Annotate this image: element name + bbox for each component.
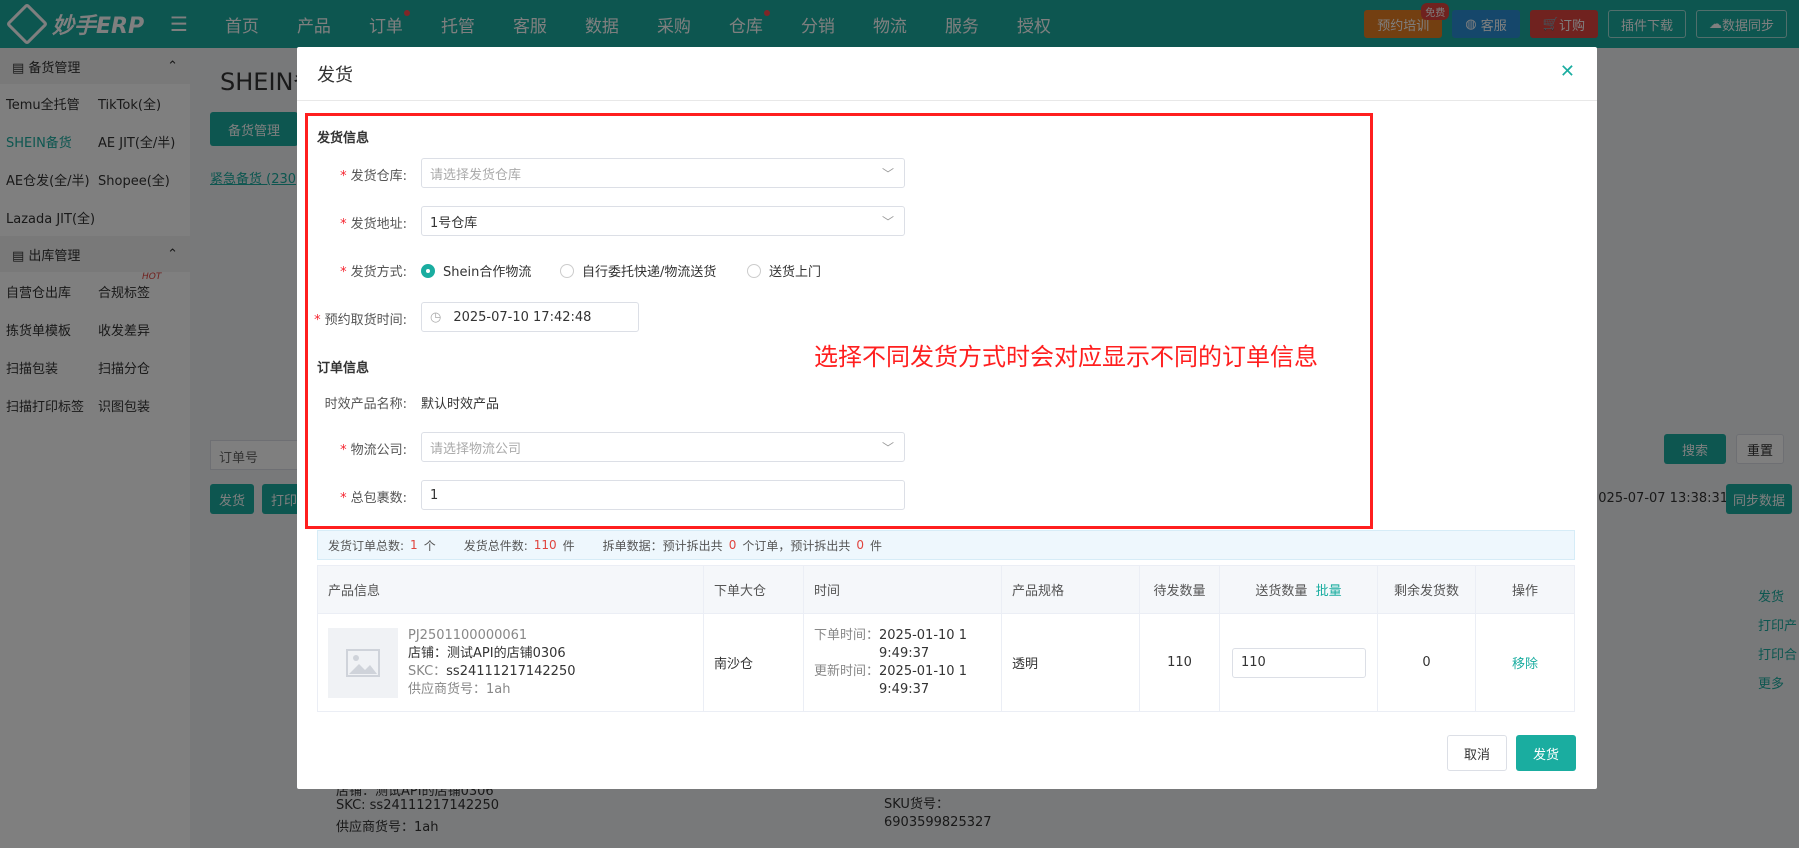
order-time-label: 下单时间： xyxy=(814,627,880,643)
col-remaining: 剩余发货数 xyxy=(1377,565,1476,614)
warehouse-label: * 发货仓库: xyxy=(340,169,407,184)
annotation-note: 选择不同发货方式时会对应显示不同的订单信息 xyxy=(814,343,1318,371)
logistics-label-text: 物流公司: xyxy=(350,443,407,458)
logistics-label: * 物流公司: xyxy=(340,443,407,458)
dialog-title: 发货 xyxy=(297,47,1597,101)
total-items-label: 发货总件数: xyxy=(463,538,528,553)
product-shop: 店铺：测试API的店铺0306 xyxy=(408,645,566,661)
warehouse-label-text: 发货仓库: xyxy=(350,169,407,184)
total-items-value: 110 xyxy=(533,538,557,552)
cancel-button[interactable]: 取消 xyxy=(1447,735,1507,771)
split-items-value: 0 xyxy=(856,538,864,552)
split-orders-value: 0 xyxy=(728,538,737,552)
radio-label: 自行委托快递/物流送货 xyxy=(582,265,717,280)
address-label: * 发货地址: xyxy=(340,217,407,232)
update-time-label: 更新时间： xyxy=(814,663,880,679)
product-name-value: 默认时效产品 xyxy=(421,397,500,412)
update-time-value: 2025-01-10 19:49:37 xyxy=(879,663,967,697)
packages-input[interactable]: 1 xyxy=(421,480,905,510)
col-action: 操作 xyxy=(1475,565,1575,614)
close-icon[interactable]: ✕ xyxy=(1560,61,1575,82)
chevron-down-icon: ﹀ xyxy=(881,441,894,455)
supplier-code: 供应商货号：1ah xyxy=(408,681,511,697)
cell-spec: 透明 xyxy=(1001,613,1140,712)
radio-checked-icon xyxy=(421,263,435,278)
split-label: 拆单数据：预计拆出共 xyxy=(602,538,723,553)
logistics-placeholder: 请选择物流公司 xyxy=(430,441,522,457)
total-items-unit: 件 xyxy=(562,538,575,553)
packages-label-text: 总包裹数: xyxy=(350,491,407,506)
batch-link[interactable]: 批量 xyxy=(1316,584,1342,599)
address-label-text: 发货地址: xyxy=(350,217,407,232)
cell-pending: 110 xyxy=(1139,613,1220,712)
col-pending: 待发数量 xyxy=(1139,565,1220,614)
cell-product-info: PJ2501100000061 店铺：测试API的店铺0306 SKC：ss24… xyxy=(317,613,704,712)
ship-dialog: 发货 ✕ 发货信息 * 发货仓库: 请选择发货仓库 ﹀ * 发货地址: 1号仓库 ﹀ *… xyxy=(297,47,1597,789)
cell-ship-qty: 110 xyxy=(1219,613,1378,712)
total-orders-value: 1 xyxy=(410,538,418,552)
clock-icon: ◷ xyxy=(430,309,442,325)
col-warehouse: 下单大仓 xyxy=(703,565,804,614)
warehouse-select[interactable]: 请选择发货仓库 ﹀ xyxy=(421,158,905,188)
product-name-label: 时效产品名称: xyxy=(324,397,407,412)
radio-self-delivery[interactable]: 自行委托快递/物流送货 xyxy=(560,261,716,280)
radio-unchecked-icon xyxy=(747,263,761,278)
cell-action: 移除 xyxy=(1475,613,1575,712)
chevron-down-icon: ﹀ xyxy=(881,215,894,229)
col-spec: 产品规格 xyxy=(1001,565,1140,614)
ship-qty-header: 送货数量 xyxy=(1255,584,1308,599)
radio-unchecked-icon xyxy=(560,263,574,278)
table-header-row: 产品信息 下单大仓 时间 产品规格 待发数量 送货数量 批量 剩余发货数 操作 xyxy=(317,565,1575,614)
radio-shein-logistics[interactable]: Shein合作物流 xyxy=(421,261,531,280)
method-label: * 发货方式: xyxy=(340,265,407,280)
ship-button[interactable]: 发货 xyxy=(1516,735,1576,771)
product-code: PJ2501100000061 xyxy=(408,627,528,643)
ship-qty-input[interactable]: 110 xyxy=(1232,647,1366,678)
col-ship-qty: 送货数量 批量 xyxy=(1219,565,1378,614)
split-mid-text: 个订单，预计拆出共 xyxy=(742,538,851,553)
pickup-time-value: 2025-07-10 17:42:48 xyxy=(453,309,592,325)
chevron-down-icon: ﹀ xyxy=(881,167,894,181)
image-placeholder-icon xyxy=(328,627,398,698)
pickup-time-label: * 预约取货时间: xyxy=(314,313,407,328)
address-value: 1号仓库 xyxy=(430,215,478,231)
total-orders-unit: 个 xyxy=(423,538,436,553)
cell-warehouse: 南沙仓 xyxy=(703,613,804,712)
packages-label: * 总包裹数: xyxy=(340,491,407,506)
cell-time: 下单时间： 2025-01-10 19:49:37 更新时间： 2025-01-10… xyxy=(803,613,1002,712)
cell-remaining: 0 xyxy=(1377,613,1476,712)
radio-door-delivery[interactable]: 送货上门 xyxy=(747,261,821,280)
skc-value: ss24111217142250 xyxy=(446,663,576,679)
radio-label: 送货上门 xyxy=(769,265,822,280)
col-time: 时间 xyxy=(803,565,1002,614)
warehouse-placeholder: 请选择发货仓库 xyxy=(430,167,522,183)
skc-label: SKC： xyxy=(408,663,447,679)
total-orders-label: 发货订单总数: xyxy=(328,538,405,553)
pickup-label-text: 预约取货时间: xyxy=(324,313,407,328)
radio-label: Shein合作物流 xyxy=(443,265,532,280)
method-label-text: 发货方式: xyxy=(350,265,407,280)
section-ship-info: 发货信息 xyxy=(317,131,370,146)
section-order-info: 订单信息 xyxy=(317,361,370,376)
pickup-time-picker[interactable]: ◷ 2025-07-10 17:42:48 xyxy=(421,302,639,332)
order-time-value: 2025-01-10 19:49:37 xyxy=(879,627,967,661)
address-select[interactable]: 1号仓库 ﹀ xyxy=(421,206,905,236)
remove-link[interactable]: 移除 xyxy=(1512,657,1538,672)
table-row: PJ2501100000061 店铺：测试API的店铺0306 SKC：ss24… xyxy=(317,613,1575,712)
split-unit: 件 xyxy=(869,538,882,553)
product-table: 产品信息 下单大仓 时间 产品规格 待发数量 送货数量 批量 剩余发货数 操作 xyxy=(317,565,1575,712)
col-product-info: 产品信息 xyxy=(317,565,704,614)
ship-summary-bar: 发货订单总数: 1 个 发货总件数: 110 件 拆单数据：预计拆出共 0 个订… xyxy=(317,530,1575,560)
logistics-select[interactable]: 请选择物流公司 ﹀ xyxy=(421,432,905,462)
